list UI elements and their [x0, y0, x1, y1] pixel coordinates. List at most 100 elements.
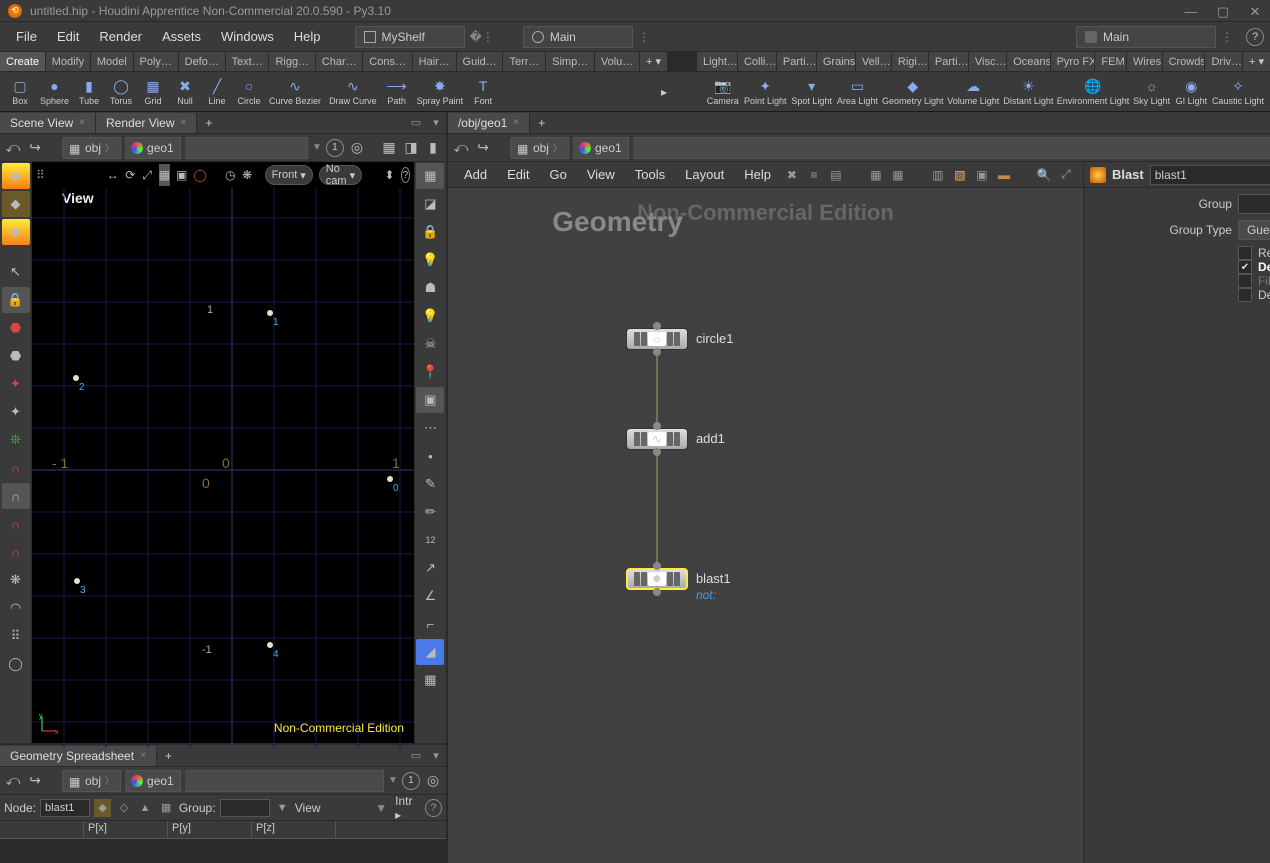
shelf-tab[interactable]: Colli…	[738, 52, 777, 71]
net-menu-layout[interactable]: Layout	[675, 164, 734, 185]
brush-icon[interactable]: ✎	[416, 471, 444, 497]
close-tab-icon[interactable]: ×	[513, 117, 519, 128]
nav-fwd-icon[interactable]: ↪	[474, 139, 492, 157]
lock-view-icon[interactable]: 🔒	[416, 219, 444, 245]
spreadsheet-table[interactable]: P[x] P[y] P[z]	[0, 821, 446, 863]
shade-flat-icon[interactable]: ◪	[416, 191, 444, 217]
network-view[interactable]: Non-Commercial Edition Geometry ○circle1…	[448, 188, 1083, 863]
arrow-icon[interactable]: ↗	[416, 555, 444, 581]
checkbox[interactable]	[1238, 260, 1252, 274]
pane-max-icon[interactable]: ▾	[428, 115, 444, 131]
checkbox[interactable]	[1238, 246, 1252, 260]
pin-count[interactable]: 1	[402, 772, 420, 790]
vp-help-icon[interactable]: ?	[401, 167, 410, 183]
group-field[interactable]	[220, 799, 270, 817]
tab-scene-view[interactable]: Scene View×	[0, 113, 96, 133]
nav-back-icon[interactable]: ⤺	[4, 772, 22, 790]
tab-network[interactable]: /obj/geo1×	[448, 113, 530, 133]
col-index[interactable]	[0, 821, 84, 838]
menu-windows[interactable]: Windows	[211, 25, 284, 48]
view-drop[interactable]: View	[295, 801, 371, 815]
shelf-tab[interactable]: Vell…	[856, 52, 892, 71]
param-group-input[interactable]	[1238, 194, 1270, 214]
help-icon[interactable]: ?	[1246, 28, 1264, 46]
note-icon[interactable]: ▧	[950, 165, 970, 185]
magnet-icon[interactable]: ∩	[2, 455, 30, 481]
col-px[interactable]: P[x]	[84, 821, 168, 838]
maximize-button[interactable]: ▢	[1216, 4, 1230, 18]
path-root[interactable]: ▦obj〉	[62, 137, 121, 159]
lock-icon[interactable]: 🔒	[2, 287, 30, 313]
checkbox[interactable]	[1238, 288, 1252, 302]
net-menu-go[interactable]: Go	[540, 164, 577, 185]
shelf-tab[interactable]: Guid…	[457, 52, 504, 71]
shelf-tab[interactable]: Wires	[1127, 52, 1163, 71]
shelf-handle-icon[interactable]: ⋮	[1216, 30, 1238, 44]
magnet2-icon[interactable]: ∩	[2, 483, 30, 509]
shelf-tab[interactable]: Parti…	[929, 52, 969, 71]
shelf-tool-spot-light[interactable]: ▾Spot Light	[789, 72, 834, 111]
net-menu-add[interactable]: Add	[454, 164, 497, 185]
shelf-tab[interactable]: Model	[91, 52, 134, 71]
shelf-handle-icon[interactable]: ⋮	[633, 30, 655, 44]
shelf-tab[interactable]: Terr…	[503, 52, 546, 71]
disp-opt2-icon[interactable]: ◨	[402, 139, 420, 157]
shelf-tool-point-light[interactable]: ✦Point Light	[742, 72, 789, 111]
shelf-tool-circle[interactable]: ○Circle	[233, 72, 265, 111]
viewport-camera-drop[interactable]: Front▾	[265, 165, 313, 185]
shelf-tab[interactable]: Create	[0, 52, 46, 71]
vp-layout-icon[interactable]: ⬍	[384, 164, 395, 186]
tool-b-icon[interactable]: ⬣	[2, 343, 30, 369]
path-leaf[interactable]: geo1	[573, 137, 629, 159]
shelf-tab[interactable]: Crowds	[1163, 52, 1206, 71]
image-icon[interactable]: ▣	[972, 165, 992, 185]
grid1-icon[interactable]: ▦	[866, 165, 886, 185]
close-button[interactable]: ✕	[1248, 4, 1262, 18]
shelf-tool-gi-light[interactable]: ◉GI Light	[1173, 72, 1210, 111]
link-icon[interactable]: ◎	[348, 139, 366, 157]
scroll-handle-icon[interactable]: ⋯	[416, 415, 444, 441]
vp-move-icon[interactable]: ↔	[107, 164, 119, 186]
tool-a-icon[interactable]: ⬣	[2, 315, 30, 341]
path-input[interactable]	[185, 137, 308, 159]
shelf-tool-camera[interactable]: 📷Camera	[704, 72, 742, 111]
shelf-tab[interactable]: Hair…	[413, 52, 457, 71]
nav-fwd-icon[interactable]: ↪	[26, 139, 44, 157]
net-menu-view[interactable]: View	[577, 164, 625, 185]
shelf-tool-null[interactable]: ✖Null	[169, 72, 201, 111]
expand-icon[interactable]: ⤢	[1056, 165, 1076, 185]
shelf-tab[interactable]: Rigg…	[269, 52, 315, 71]
shelf-tool-grid[interactable]: ▦Grid	[137, 72, 169, 111]
wrench-icon[interactable]: ✖	[782, 165, 802, 185]
pin-count[interactable]: 1	[326, 139, 344, 157]
shelf-selector-mid[interactable]: Main	[523, 26, 633, 48]
shelf-tab[interactable]: Modify	[46, 52, 91, 71]
vp-clock-icon[interactable]: ◷	[225, 164, 236, 186]
viewport-nocam-drop[interactable]: No cam▾	[319, 165, 362, 185]
shelf-tool-area-light[interactable]: ▭Area Light	[834, 72, 880, 111]
vp-sel-icon[interactable]: ▦	[159, 164, 170, 186]
select-obj-icon[interactable]: ◆	[2, 163, 30, 189]
shelf-tool-font[interactable]: TFont	[467, 72, 499, 111]
grid2-icon[interactable]: ▦	[888, 165, 908, 185]
arc-icon[interactable]: ◠	[2, 595, 30, 621]
net-menu-tools[interactable]: Tools	[625, 164, 675, 185]
menu-render[interactable]: Render	[89, 25, 152, 48]
menu-file[interactable]: File	[6, 25, 47, 48]
box-icon[interactable]: ▬	[994, 165, 1014, 185]
tool-d-icon[interactable]: ✦	[2, 399, 30, 425]
list-icon[interactable]: ≡	[804, 165, 824, 185]
shelf-tool-line[interactable]: ╱Line	[201, 72, 233, 111]
shelf-tab[interactable]: Light…	[697, 52, 738, 71]
circle-icon[interactable]: ◯	[2, 651, 30, 677]
angle-icon[interactable]: ∠	[416, 583, 444, 609]
palette-icon[interactable]: ▥	[928, 165, 948, 185]
menu-assets[interactable]: Assets	[152, 25, 211, 48]
tab-render-view[interactable]: Render View×	[96, 113, 197, 133]
menu-help[interactable]: Help	[284, 25, 331, 48]
vp-ghost-icon[interactable]: ◯	[193, 164, 206, 186]
shelf-selector-right[interactable]: Main	[1076, 26, 1216, 48]
shelf-tool-caustic-light[interactable]: ✧Caustic Light	[1210, 72, 1266, 111]
nav-fwd-icon[interactable]: ↪	[26, 772, 44, 790]
shelf-tab[interactable]: Rigi…	[892, 52, 929, 71]
